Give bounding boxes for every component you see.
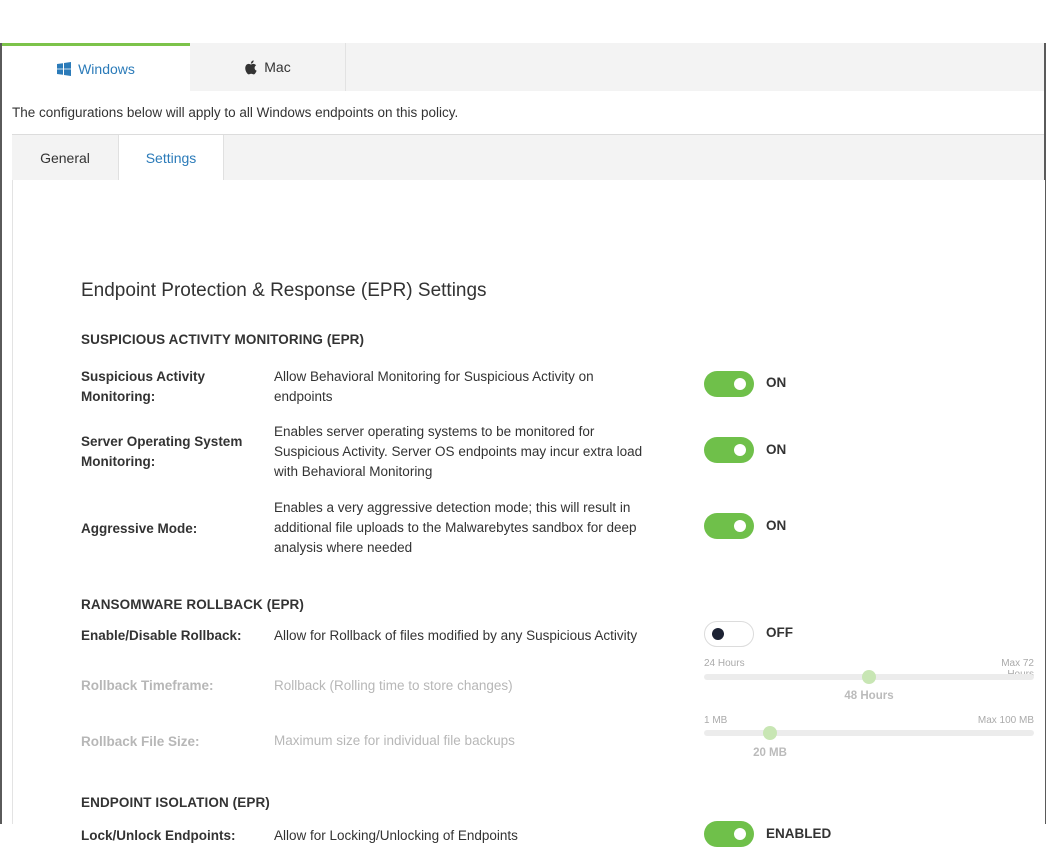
tab-windows-label: Windows [78, 60, 135, 77]
toggle-suspicious-activity-monitoring[interactable] [704, 371, 754, 397]
filesize-slider-track[interactable] [704, 730, 1034, 736]
timeframe-slider-thumb[interactable] [862, 670, 876, 684]
tab-settings[interactable]: Settings [118, 135, 224, 181]
windows-icon [57, 61, 72, 76]
label-enable-rollback: Enable/Disable Rollback: [81, 628, 242, 643]
filesize-value: 20 MB [753, 747, 787, 759]
desc-enable-rollback: Allow for Rollback of files modified by … [274, 628, 638, 643]
label-rollback-timeframe: Rollback Timeframe: [81, 678, 214, 693]
settings-subtab-bar: General Settings [12, 134, 1044, 181]
section-title-rollback: RANSOMWARE ROLLBACK (EPR) [81, 597, 304, 612]
desc-rollback-file-size: Maximum size for individual file backups [274, 733, 515, 748]
label-rollback-file-size: Rollback File Size: [81, 734, 200, 749]
policy-panel: Windows Mac The configurations below wil… [0, 43, 1046, 847]
page-title: Endpoint Protection & Response (EPR) Set… [81, 280, 487, 301]
section-title-isolation: ENDPOINT ISOLATION (EPR) [81, 795, 270, 810]
label-suspicious-activity-monitoring: Suspicious Activity Monitoring: [81, 369, 206, 404]
tab-mac[interactable]: Mac [190, 43, 346, 91]
toggle-state-sam: ON [766, 375, 787, 390]
desc-lock-unlock-endpoints: Allow for Locking/Unlocking of Endpoints [274, 828, 518, 843]
label-aggressive-mode: Aggressive Mode: [81, 521, 198, 536]
filesize-slider-thumb[interactable] [763, 726, 777, 740]
timeframe-value: 48 Hours [844, 690, 894, 702]
toggle-rollback[interactable] [704, 621, 754, 647]
desc-aggressive-mode: Enables a very aggressive detection mode… [274, 500, 637, 555]
filesize-max-label: Max 100 MB [977, 715, 1034, 726]
toggle-state-aggressive: ON [766, 518, 787, 533]
toggle-endpoint-isolation[interactable] [704, 821, 754, 847]
toggle-aggressive-mode[interactable] [704, 513, 754, 539]
timeframe-min-label: 24 Hours [704, 658, 745, 669]
label-server-os-monitoring: Server Operating System Monitoring: [81, 434, 243, 469]
tab-windows[interactable]: Windows [2, 43, 190, 91]
toggle-server-os-monitoring[interactable] [704, 437, 754, 463]
settings-content: Endpoint Protection & Response (EPR) Set… [12, 180, 1045, 847]
toggle-state-isolation: ENABLED [766, 826, 832, 841]
apple-icon [244, 59, 257, 75]
desc-suspicious-activity-monitoring: Allow Behavioral Monitoring for Suspicio… [274, 369, 594, 404]
toggle-state-rollback: OFF [766, 625, 793, 640]
toggle-state-server-os: ON [766, 442, 787, 457]
tab-mac-label: Mac [264, 59, 291, 75]
desc-server-os-monitoring: Enables server operating systems to be m… [274, 424, 643, 479]
section-title-sam: SUSPICIOUS ACTIVITY MONITORING (EPR) [81, 332, 365, 347]
desc-rollback-timeframe: Rollback (Rolling time to store changes) [274, 678, 513, 693]
filesize-min-label: 1 MB [704, 715, 728, 726]
tab-general[interactable]: General [12, 135, 118, 181]
policy-notice: The configurations below will apply to a… [2, 91, 1044, 134]
os-tab-bar: Windows Mac [2, 43, 1044, 91]
label-lock-unlock-endpoints: Lock/Unlock Endpoints: [81, 828, 236, 843]
